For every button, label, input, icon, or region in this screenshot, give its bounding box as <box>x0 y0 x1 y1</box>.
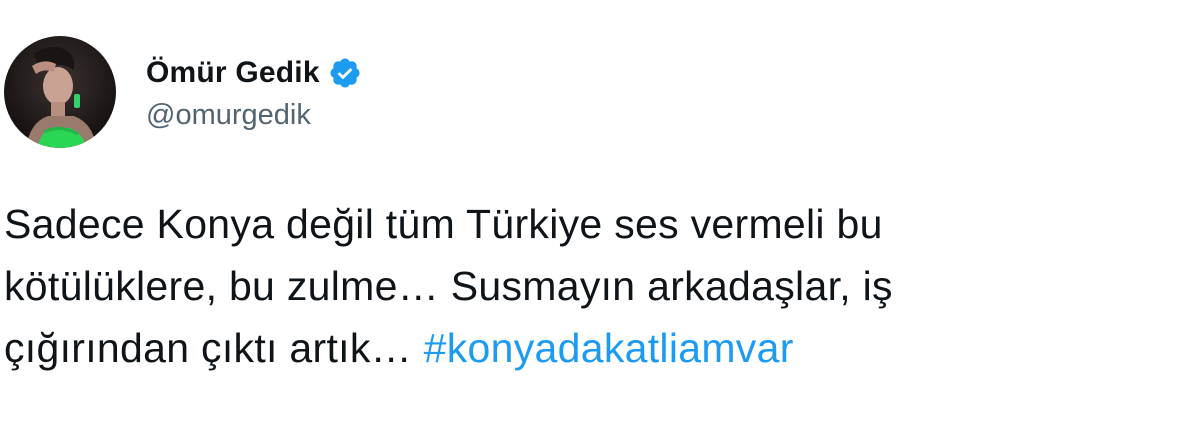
author-block: Ömür Gedik @omurgedik <box>146 53 362 132</box>
tweet-text: Sadece Konya değil tüm Türkiye ses verme… <box>4 193 1184 379</box>
hashtag-link[interactable]: #konyadakatliamvar <box>424 325 794 371</box>
tweet-text-segment: çığırından çıktı artık… <box>4 325 424 371</box>
tweet-text-line: kötülüklere, bu zulme… Susmayın arkadaşl… <box>4 263 893 309</box>
author-handle[interactable]: @omurgedik <box>146 99 362 132</box>
author-display-name[interactable]: Ömür Gedik <box>146 56 320 90</box>
tweet-header: Ömür Gedik @omurgedik <box>4 36 362 148</box>
tweet-text-line: çığırından çıktı artık… #konyadakatliamv… <box>4 317 1184 379</box>
tweet-text-line: Sadece Konya değil tüm Türkiye ses verme… <box>4 201 883 247</box>
verified-badge-icon <box>328 56 362 90</box>
name-row: Ömür Gedik <box>146 53 362 93</box>
avatar[interactable] <box>4 36 116 148</box>
tweet-card: Ömür Gedik @omurgedik Sadece Konya değil… <box>0 0 1200 436</box>
